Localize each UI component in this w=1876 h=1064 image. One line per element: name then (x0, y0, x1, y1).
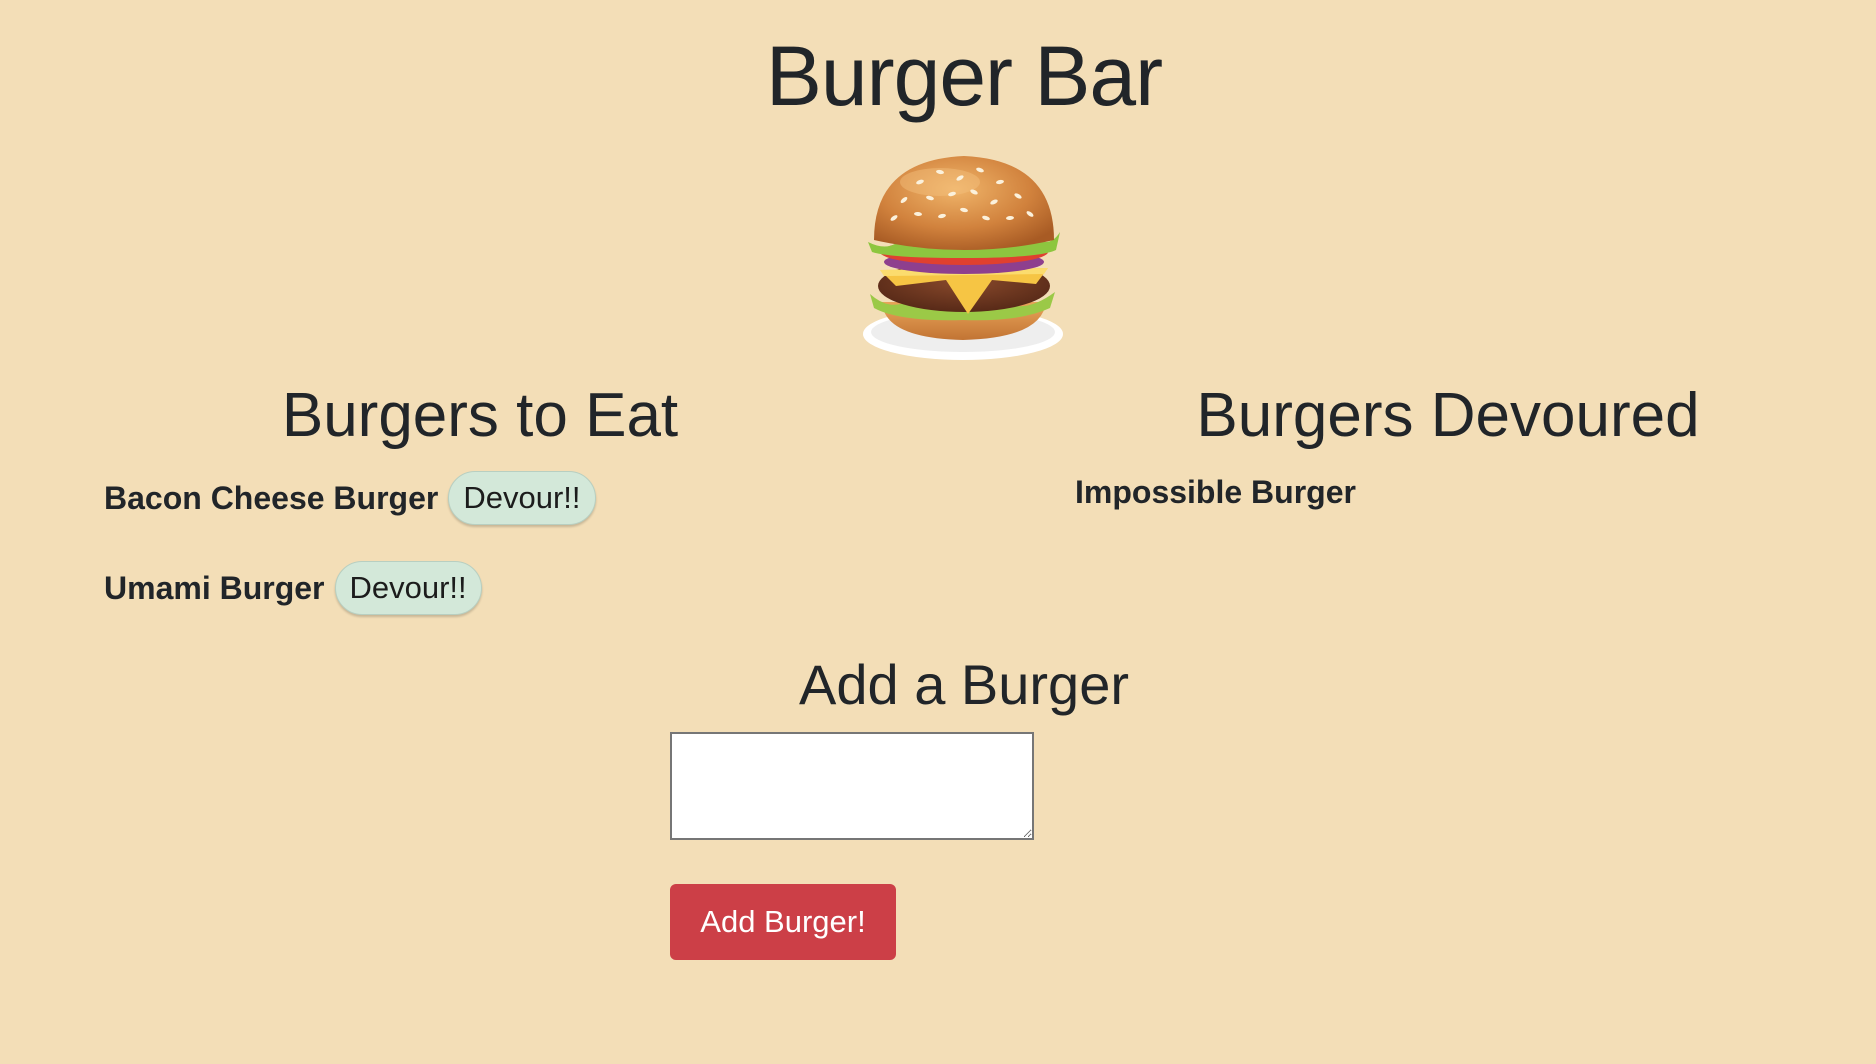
devoured-item: Impossible Burger (1075, 474, 1356, 510)
burger-icon (863, 156, 1063, 360)
list-item: Bacon Cheese Burger Devour!! (104, 471, 596, 525)
page-title: Burger Bar (765, 29, 1163, 123)
burger-name-input[interactable] (670, 732, 1034, 840)
to-eat-heading: Burgers to Eat (281, 381, 679, 450)
list-item: Umami Burger Devour!! (104, 561, 482, 615)
devoured-heading: Burgers Devoured (1196, 381, 1700, 450)
add-burger-button[interactable]: Add Burger! (670, 884, 896, 960)
burger-name: Bacon Cheese Burger (104, 479, 439, 516)
devour-button[interactable]: Devour!! (448, 471, 596, 525)
burger-name: Umami Burger (104, 569, 325, 606)
page: Burger Bar Burgers to Eat Burgers Devour… (0, 0, 1876, 1064)
add-burger-heading: Add a Burger (799, 653, 1129, 716)
devour-button[interactable]: Devour!! (334, 561, 482, 615)
